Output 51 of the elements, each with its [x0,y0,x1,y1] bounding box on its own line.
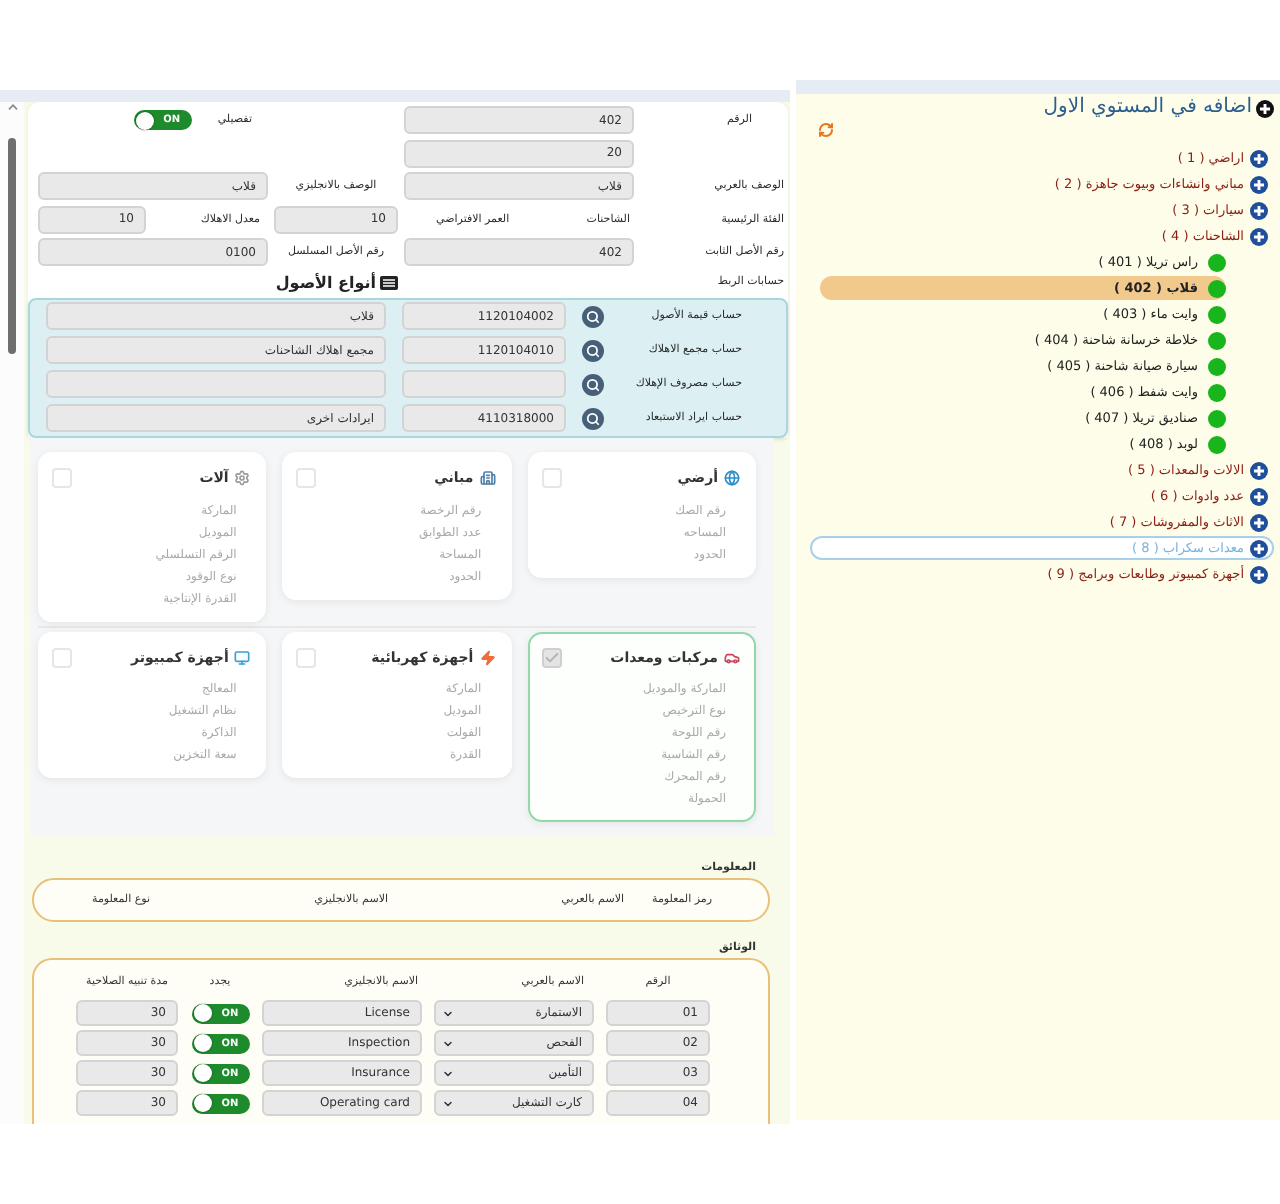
status-dot-icon [1208,279,1226,297]
refresh-icon[interactable] [818,122,834,138]
plus-icon[interactable] [1250,461,1268,479]
plus-icon[interactable] [1250,487,1268,505]
status-dot-icon [1208,435,1226,453]
status-dot-icon [1208,253,1226,271]
chevron-down-icon [442,1097,454,1109]
building-icon [479,470,496,486]
checkbox[interactable] [296,647,317,667]
checkbox[interactable] [541,468,562,488]
monitor-icon [234,649,251,665]
chevron-down-icon [442,1007,454,1019]
plus-icon[interactable] [1250,565,1268,583]
lightning-icon [479,649,496,665]
plus-icon[interactable] [1250,175,1268,193]
panel-title: اضافه في المستوي الاول [1043,96,1252,120]
section-title: أنواع الأصول [275,271,376,293]
status-dot-icon [1208,305,1226,323]
status-dot-icon [1208,357,1226,375]
search-icon [586,377,600,391]
search-button[interactable] [582,407,604,429]
plus-icon[interactable] [1250,149,1268,167]
gear-icon [234,470,251,486]
status-dot-icon [1208,383,1226,401]
globe-icon [724,470,740,486]
text-field[interactable] [402,370,566,398]
car-icon [724,649,740,665]
status-dot-icon [1208,409,1226,427]
checkbox[interactable] [296,468,317,488]
caret-up-icon[interactable] [7,104,17,110]
checkbox[interactable] [541,647,562,667]
plus-icon[interactable] [1250,513,1268,531]
checkbox[interactable] [52,647,72,667]
search-button[interactable] [582,373,604,395]
chevron-down-icon [442,1037,454,1049]
search-button[interactable] [582,339,604,361]
plus-icon[interactable] [1256,99,1274,117]
plus-icon[interactable] [1250,539,1268,557]
search-icon [586,411,600,425]
plus-icon[interactable] [1250,201,1268,219]
plus-icon[interactable] [1250,227,1268,245]
checkmark-icon [543,649,560,665]
search-icon [586,309,600,323]
list-icon [380,275,398,289]
checkbox[interactable] [52,468,72,488]
search-button[interactable] [582,305,604,327]
chevron-down-icon [442,1067,454,1079]
scrollbar-thumb[interactable] [8,138,16,354]
status-dot-icon [1208,331,1226,349]
text-field[interactable] [46,370,386,398]
search-icon [586,343,600,357]
